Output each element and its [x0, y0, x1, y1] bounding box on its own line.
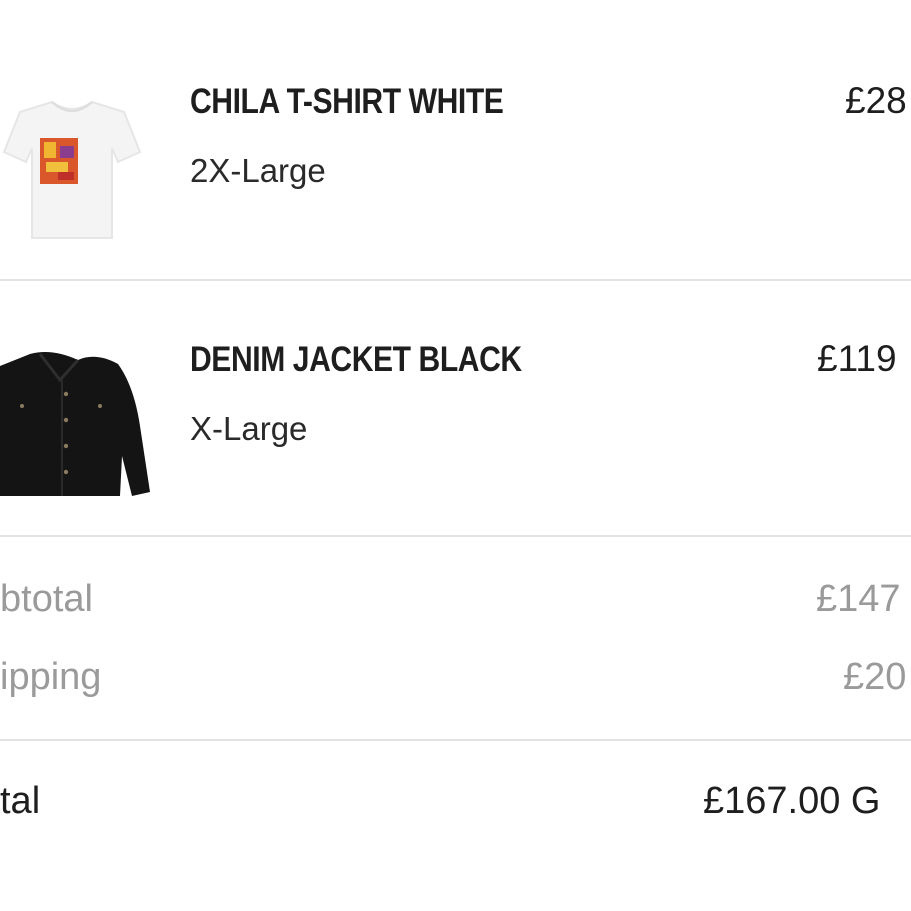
cart-line-item: CHILA T-SHIRT WHITE 2X-Large £28	[0, 0, 911, 280]
divider	[0, 739, 911, 741]
product-title[interactable]: DENIM JACKET BLACK	[190, 340, 522, 380]
denim-jacket-product-image	[0, 346, 155, 502]
tshirt-product-image	[0, 90, 145, 245]
product-price: £119	[817, 338, 897, 379]
divider	[0, 535, 911, 537]
product-variant: 2X-Large	[190, 152, 326, 189]
cart-line-item: DENIM JACKET BLACK X-Large £119	[0, 282, 911, 535]
product-variant: X-Large	[190, 410, 308, 447]
product-price: £28	[845, 80, 907, 121]
shipping-value: £20	[843, 656, 907, 698]
divider	[0, 279, 911, 281]
product-title[interactable]: CHILA T-SHIRT WHITE	[190, 82, 504, 122]
total-value: £167.00 G	[703, 780, 881, 822]
total-label: tal	[0, 780, 41, 822]
subtotal-value: £147	[816, 578, 901, 620]
subtotal-label: btotal	[0, 578, 93, 620]
shipping-label: ipping	[0, 656, 102, 698]
